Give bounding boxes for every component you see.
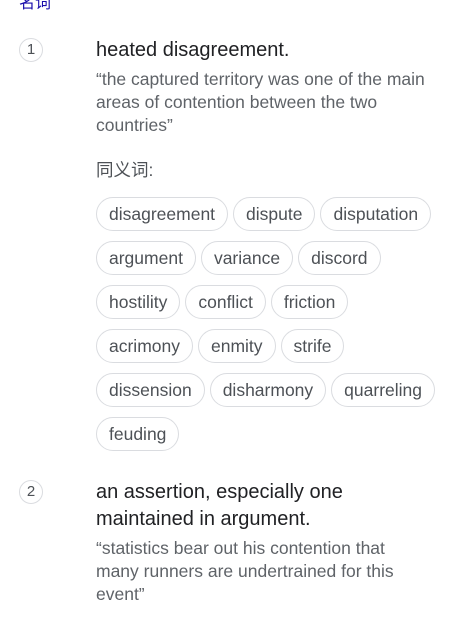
definition-text: heated disagreement. [96,39,290,61]
definition-text: an assertion, especially one maintained … [96,481,343,530]
synonym-chip-argument[interactable]: argument [96,241,196,275]
synonym-chip-feuding[interactable]: feuding [96,417,180,451]
synonym-chip-strife[interactable]: strife [280,329,345,363]
sense-body: an assertion, especially one maintained … [96,479,436,606]
part-of-speech-label: 名词 [19,0,52,12]
example-sentence: “statistics bear out his contention that… [96,538,394,604]
synonym-chip-list: disagreement dispute disputation argumen… [96,197,441,451]
example-sentence: “the captured territory was one of the m… [96,69,425,135]
sense-number-badge: 1 [19,38,43,62]
synonym-chip-acrimony[interactable]: acrimony [96,329,193,363]
sense-number-badge: 2 [19,480,43,504]
sense-body: heated disagreement. “the captured terri… [96,37,436,451]
synonym-chip-disagreement[interactable]: disagreement [96,197,229,231]
synonym-chip-quarreling[interactable]: quarreling [331,373,435,407]
synonym-chip-conflict[interactable]: conflict [185,285,266,319]
synonym-chip-variance[interactable]: variance [200,241,294,275]
synonym-chip-dispute[interactable]: dispute [233,197,316,231]
synonym-chip-disputation[interactable]: disputation [320,197,432,231]
synonym-chip-discord[interactable]: discord [298,241,381,275]
synonym-chip-enmity[interactable]: enmity [198,329,276,363]
synonym-chip-dissension[interactable]: dissension [96,373,205,407]
synonym-chip-friction[interactable]: friction [270,285,349,319]
synonym-chip-hostility[interactable]: hostility [96,285,181,319]
synonyms-label: 同义词: [96,160,154,180]
synonym-chip-disharmony[interactable]: disharmony [209,373,327,407]
